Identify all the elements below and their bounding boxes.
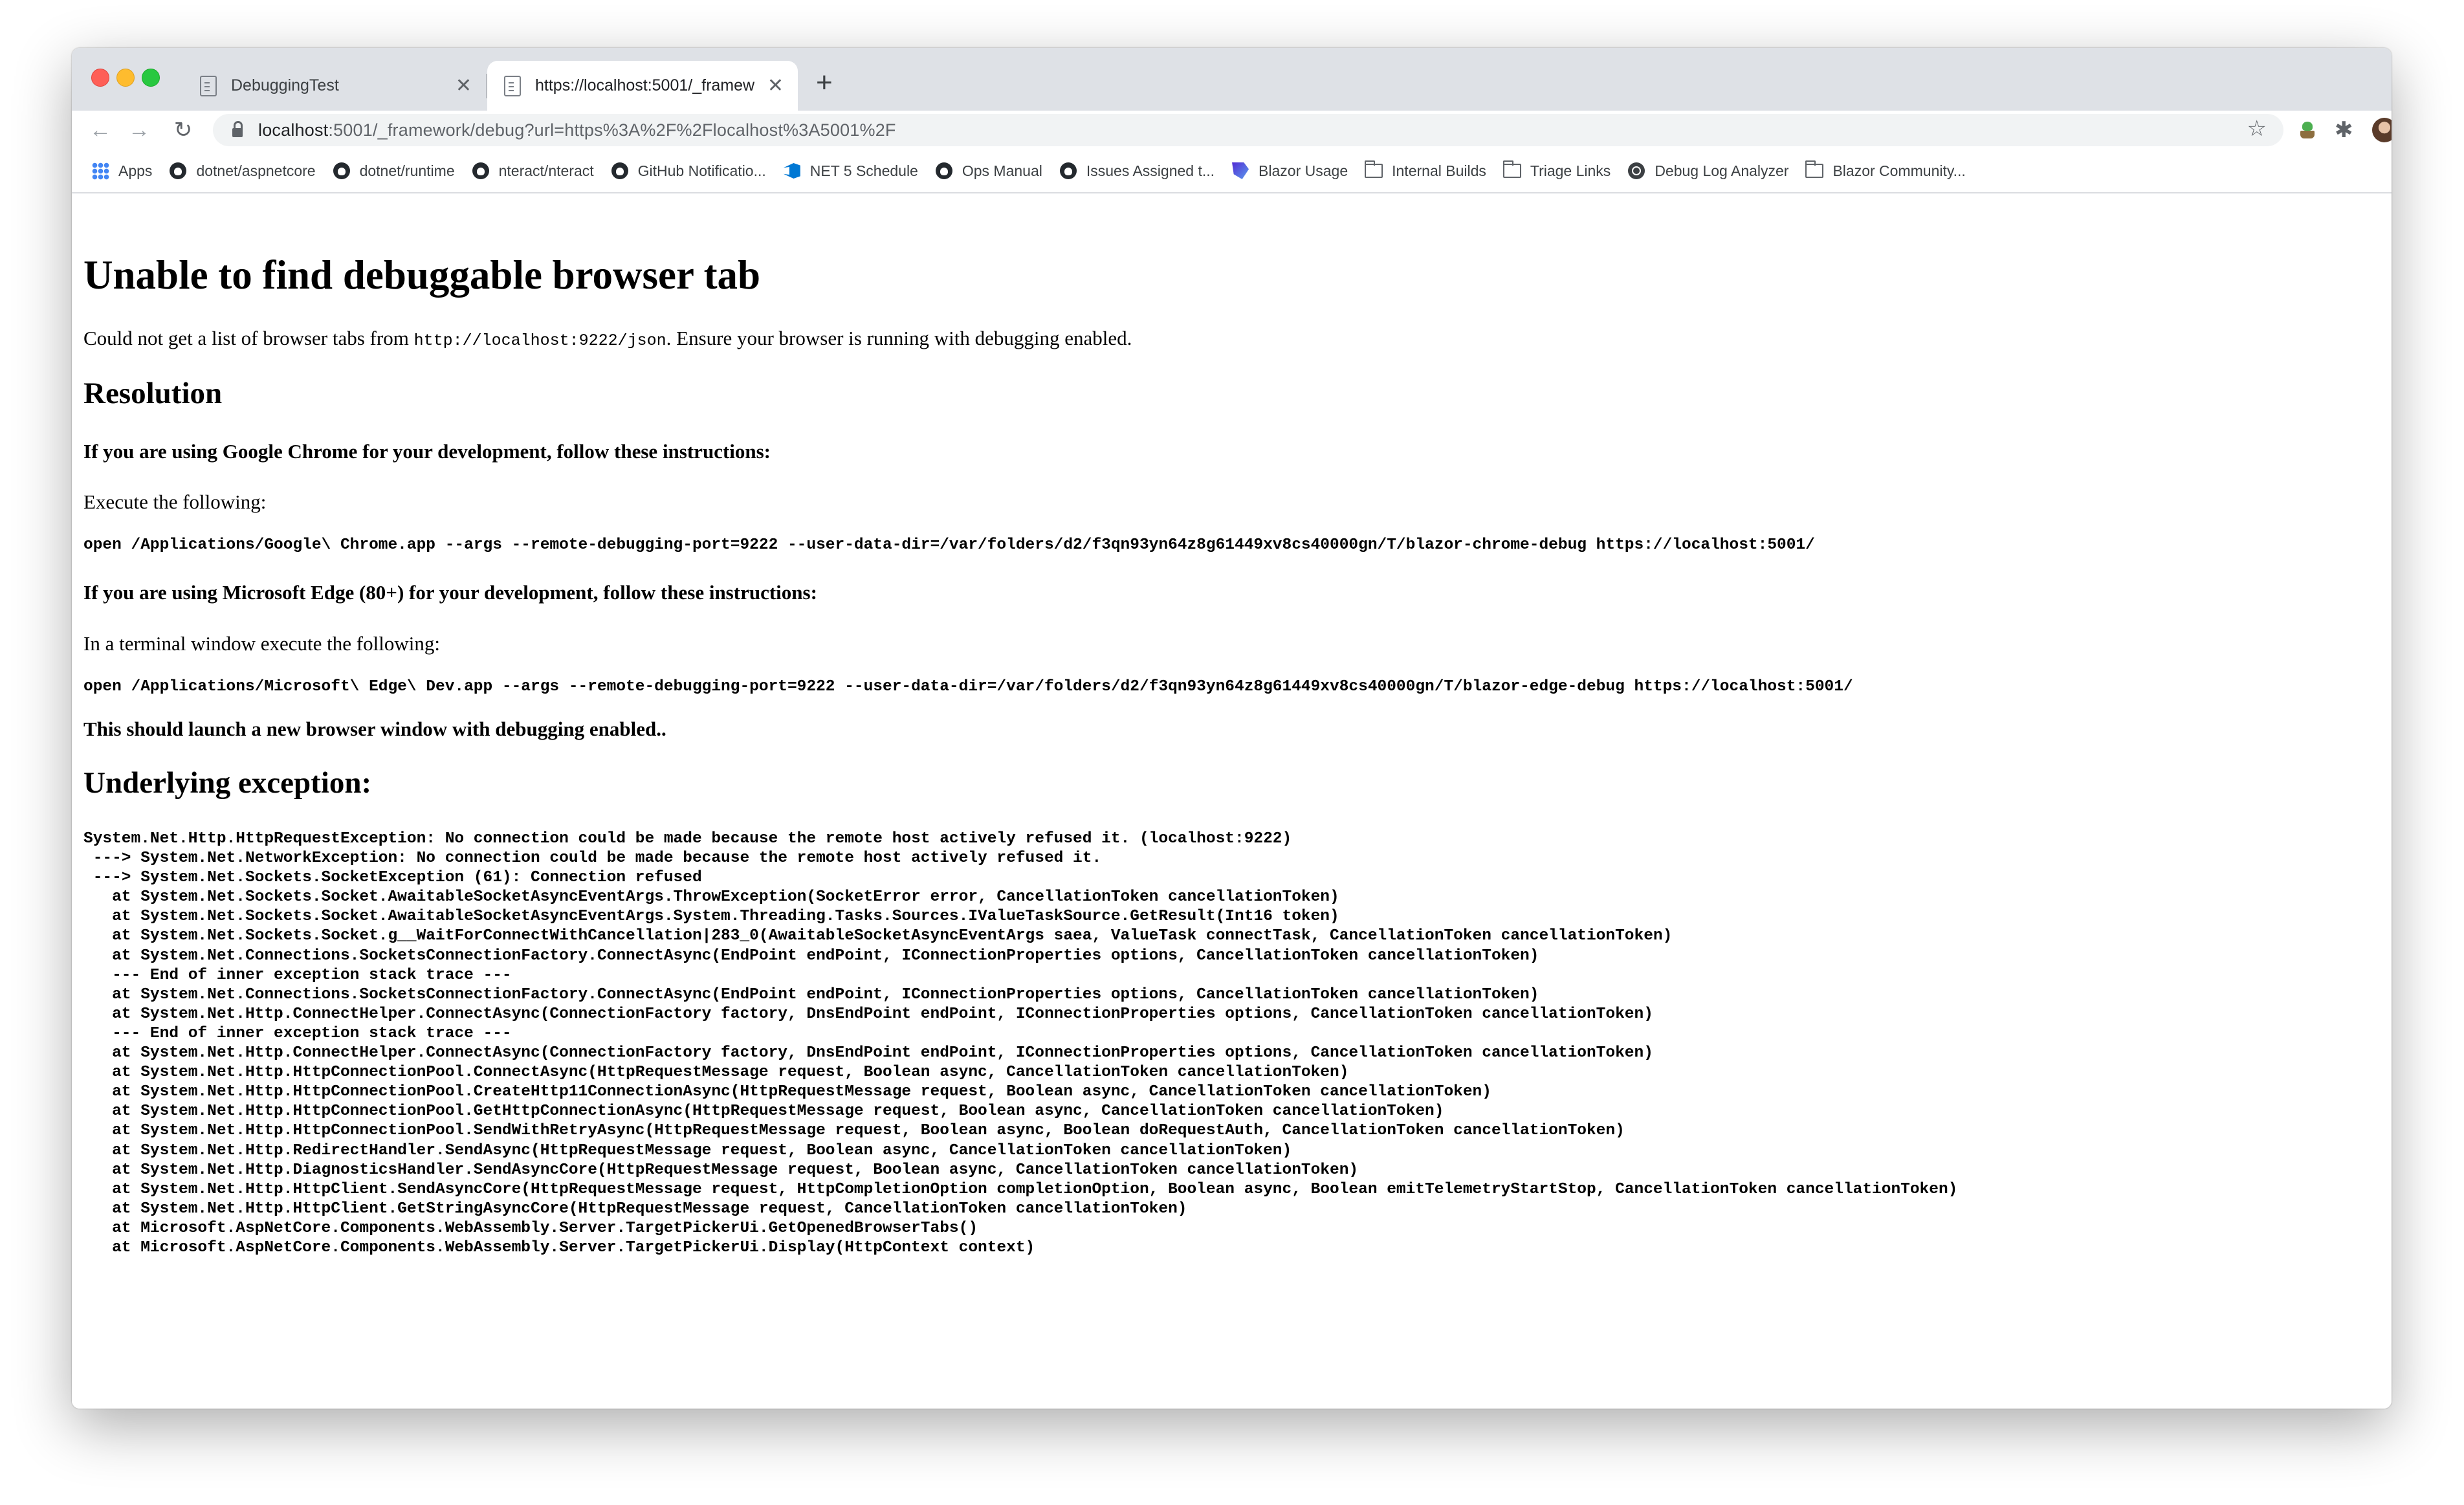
minimize-window-button[interactable] (116, 69, 135, 87)
forward-arrow-icon[interactable]: → (125, 116, 153, 144)
intro-text: Could not get a list of browser tabs fro… (83, 328, 1132, 349)
tab-debug-page[interactable]: https://localhost:5001/_framew ✕ (487, 61, 798, 111)
url-host: localhost (258, 120, 329, 140)
page-title: Unable to find debuggable browser tab (83, 252, 761, 298)
reload-icon[interactable]: ↻ (169, 116, 197, 144)
blazor-icon (1231, 162, 1249, 180)
github-icon (169, 162, 187, 180)
folder-icon (1502, 160, 1521, 180)
browser-toolbar: ← → ↻ localhost:5001/_framework/debug?ur… (72, 111, 2392, 149)
bookmark-debug-log-analyzer[interactable]: Debug Log Analyzer (1627, 162, 1788, 180)
resolution-heading: Resolution (83, 377, 223, 410)
back-arrow-icon[interactable]: ← (86, 116, 115, 144)
bookmarks-bar: Apps dotnet/aspnetcore dotnet/runtime nt… (72, 149, 2392, 193)
bookmark-label: Blazor Community... (1832, 162, 1966, 179)
edge-command: open /Applications/Microsoft\ Edge\ Dev.… (83, 678, 1853, 696)
bookmark-issues-assigned[interactable]: Issues Assigned t... (1059, 162, 1215, 180)
address-url[interactable]: localhost:5001/_framework/debug?url=http… (258, 120, 896, 140)
exception-heading: Underlying exception: (83, 766, 372, 800)
bookmark-label: Issues Assigned t... (1086, 162, 1215, 179)
launch-note: This should launch a new browser window … (83, 718, 666, 740)
bookmark-dotnet-aspnetcore[interactable]: dotnet/aspnetcore (169, 162, 316, 180)
bookmark-label: nteract/nteract (498, 162, 594, 179)
bookmark-label: Apps (118, 162, 153, 179)
zoom-window-button[interactable] (142, 69, 160, 87)
bookmark-label: NET 5 Schedule (809, 162, 918, 179)
bookmark-nteract[interactable]: nteract/nteract (472, 162, 594, 180)
tab-strip: DebuggingTest ✕ https://localhost:5001/_… (72, 48, 2392, 111)
chrome-execute-text: Execute the following: (83, 490, 267, 513)
bookmark-label: Ops Manual (962, 162, 1042, 179)
folder-icon (1365, 160, 1383, 180)
bookmark-apps[interactable]: Apps (91, 162, 152, 180)
bookmark-triage-links[interactable]: Triage Links (1502, 160, 1611, 180)
intro-suffix: . Ensure your browser is running with de… (666, 327, 1132, 349)
bookmark-blazor-community[interactable]: Blazor Community... (1805, 160, 1966, 180)
bookmark-label: Blazor Usage (1259, 162, 1348, 179)
bookmark-label: Triage Links (1530, 162, 1611, 179)
apps-grid-icon (91, 162, 109, 180)
page-content: Unable to find debuggable browser tab Co… (72, 193, 2392, 1409)
bookmark-label: dotnet/runtime (359, 162, 455, 179)
close-icon[interactable]: ✕ (456, 76, 472, 96)
github-icon (1059, 162, 1077, 180)
folder-icon (1805, 160, 1824, 180)
bookmark-dotnet-runtime[interactable]: dotnet/runtime (333, 162, 455, 180)
address-bar[interactable]: localhost:5001/_framework/debug?url=http… (213, 114, 2283, 146)
chrome-heading: If you are using Google Chrome for your … (83, 440, 771, 463)
tab-debuggingtest[interactable]: DebuggingTest ✕ (182, 61, 486, 111)
github-icon (935, 162, 953, 180)
edge-execute-text: In a terminal window execute the followi… (83, 632, 440, 655)
close-icon[interactable]: ✕ (767, 76, 784, 96)
bookmark-internal-builds[interactable]: Internal Builds (1365, 160, 1486, 180)
extensions-puzzle-icon[interactable]: ✱ (2335, 111, 2353, 149)
bookmark-label: Debug Log Analyzer (1655, 162, 1789, 179)
bookmark-star-icon[interactable]: ☆ (2247, 116, 2267, 142)
github-icon (472, 162, 490, 180)
chrome-command: open /Applications/Google\ Chrome.app --… (83, 536, 1815, 554)
tab-title: DebuggingTest (231, 76, 339, 94)
bookmark-blazor-usage[interactable]: Blazor Usage (1231, 162, 1348, 180)
tab-title: https://localhost:5001/_framew (535, 76, 755, 94)
extension-plant-icon[interactable] (2298, 111, 2317, 149)
bookmark-label: GitHub Notificatio... (637, 162, 766, 179)
stack-trace: System.Net.Http.HttpRequestException: No… (83, 830, 1958, 1257)
globe-icon (1627, 162, 1645, 180)
json-endpoint: http://localhost:9222/json (413, 331, 666, 350)
page-icon (200, 75, 217, 96)
bookmark-ops-manual[interactable]: Ops Manual (935, 162, 1042, 180)
azure-devops-icon (783, 162, 801, 180)
browser-window: DebuggingTest ✕ https://localhost:5001/_… (72, 48, 2392, 1409)
new-tab-button[interactable]: + (816, 69, 833, 97)
bookmark-github-notifications[interactable]: GitHub Notificatio... (611, 162, 766, 180)
github-icon (611, 162, 629, 180)
intro-prefix: Could not get a list of browser tabs fro… (83, 327, 414, 349)
bookmark-net5-schedule[interactable]: NET 5 Schedule (783, 162, 918, 180)
bookmark-label: Internal Builds (1392, 162, 1486, 179)
profile-avatar[interactable] (2372, 111, 2392, 149)
edge-heading: If you are using Microsoft Edge (80+) fo… (83, 581, 817, 604)
github-icon (333, 162, 351, 180)
url-path: :5001/_framework/debug?url=https%3A%2F%2… (328, 120, 896, 140)
close-window-button[interactable] (91, 69, 109, 87)
page-icon (504, 75, 521, 96)
lock-icon[interactable] (232, 121, 243, 137)
bookmark-label: dotnet/aspnetcore (196, 162, 316, 179)
